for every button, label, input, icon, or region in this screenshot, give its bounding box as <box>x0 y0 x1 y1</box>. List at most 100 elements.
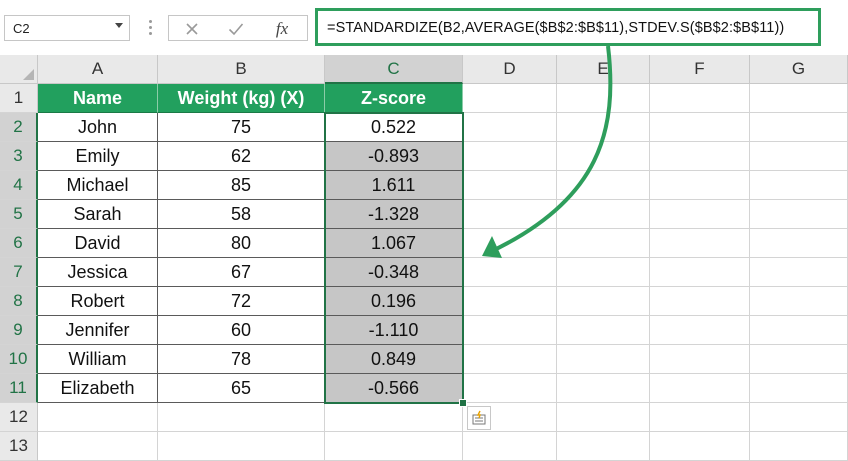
cell[interactable] <box>750 345 848 374</box>
cell[interactable] <box>557 200 650 229</box>
cell[interactable] <box>463 258 557 287</box>
zscore-cell[interactable]: 0.196 <box>325 287 463 316</box>
cell[interactable] <box>557 113 650 142</box>
cell[interactable] <box>38 432 158 461</box>
table-header-cell[interactable]: Weight (kg) (X) <box>158 84 325 113</box>
cell[interactable] <box>750 229 848 258</box>
weight-cell[interactable]: 60 <box>158 316 325 345</box>
zscore-cell[interactable]: -1.328 <box>325 200 463 229</box>
name-cell[interactable]: Jessica <box>38 258 158 287</box>
function-icon[interactable]: fx <box>269 19 295 39</box>
cell[interactable] <box>650 142 750 171</box>
cell[interactable] <box>557 229 650 258</box>
weight-cell[interactable]: 78 <box>158 345 325 374</box>
row-header-7[interactable]: 7 <box>0 258 38 287</box>
cell[interactable] <box>650 316 750 345</box>
cell[interactable] <box>750 200 848 229</box>
name-cell[interactable]: Elizabeth <box>38 374 158 403</box>
resize-handle-icon[interactable] <box>149 17 153 39</box>
zscore-cell[interactable]: -0.348 <box>325 258 463 287</box>
cell[interactable] <box>463 432 557 461</box>
column-header-g[interactable]: G <box>750 55 848 84</box>
cell[interactable] <box>650 229 750 258</box>
weight-cell[interactable]: 65 <box>158 374 325 403</box>
cell[interactable] <box>463 316 557 345</box>
cell[interactable] <box>463 374 557 403</box>
cell[interactable] <box>750 84 848 113</box>
cell[interactable] <box>650 403 750 432</box>
cell[interactable] <box>650 258 750 287</box>
weight-cell[interactable]: 58 <box>158 200 325 229</box>
cell[interactable] <box>750 142 848 171</box>
cell[interactable] <box>750 287 848 316</box>
close-icon[interactable] <box>179 19 205 39</box>
cell[interactable] <box>557 287 650 316</box>
cell[interactable] <box>158 403 325 432</box>
cell[interactable] <box>650 171 750 200</box>
cell[interactable] <box>750 432 848 461</box>
formula-input[interactable]: =STANDARDIZE(B2,AVERAGE($B$2:$B$11),STDE… <box>315 8 821 46</box>
cell[interactable] <box>750 113 848 142</box>
cell[interactable] <box>38 403 158 432</box>
row-header-4[interactable]: 4 <box>0 171 38 200</box>
weight-cell[interactable]: 85 <box>158 171 325 200</box>
cell[interactable] <box>557 316 650 345</box>
cell[interactable] <box>650 200 750 229</box>
row-header-8[interactable]: 8 <box>0 287 38 316</box>
cell[interactable] <box>650 84 750 113</box>
name-cell[interactable]: John <box>38 113 158 142</box>
column-header-e[interactable]: E <box>557 55 650 84</box>
cell[interactable] <box>463 113 557 142</box>
cell[interactable] <box>750 258 848 287</box>
chevron-down-icon[interactable] <box>115 23 123 28</box>
zscore-cell[interactable]: 1.611 <box>325 171 463 200</box>
weight-cell[interactable]: 72 <box>158 287 325 316</box>
row-header-2[interactable]: 2 <box>0 113 38 142</box>
name-cell[interactable]: David <box>38 229 158 258</box>
cell[interactable] <box>463 345 557 374</box>
cell[interactable] <box>463 229 557 258</box>
cell[interactable] <box>463 142 557 171</box>
check-icon[interactable] <box>223 19 249 39</box>
weight-cell[interactable]: 75 <box>158 113 325 142</box>
cell[interactable] <box>557 403 650 432</box>
name-cell[interactable]: William <box>38 345 158 374</box>
cell[interactable] <box>750 171 848 200</box>
cell[interactable] <box>650 345 750 374</box>
cell[interactable] <box>557 432 650 461</box>
weight-cell[interactable]: 62 <box>158 142 325 171</box>
quick-analysis-button[interactable] <box>467 406 491 430</box>
zscore-cell[interactable]: -1.110 <box>325 316 463 345</box>
cell[interactable] <box>557 374 650 403</box>
column-header-f[interactable]: F <box>650 55 750 84</box>
cell[interactable] <box>557 84 650 113</box>
cell[interactable] <box>325 432 463 461</box>
cell[interactable] <box>557 258 650 287</box>
column-header-a[interactable]: A <box>38 55 158 84</box>
name-cell[interactable]: Emily <box>38 142 158 171</box>
fill-handle[interactable] <box>459 399 467 407</box>
row-header-10[interactable]: 10 <box>0 345 38 374</box>
name-cell[interactable]: Michael <box>38 171 158 200</box>
zscore-cell[interactable]: 0.849 <box>325 345 463 374</box>
row-header-6[interactable]: 6 <box>0 229 38 258</box>
row-header-13[interactable]: 13 <box>0 432 38 461</box>
table-header-cell[interactable]: Name <box>38 84 158 113</box>
cell[interactable] <box>325 403 463 432</box>
name-cell[interactable]: Jennifer <box>38 316 158 345</box>
name-box[interactable]: C2 <box>4 15 130 41</box>
select-all-button[interactable] <box>0 55 38 84</box>
zscore-cell[interactable]: 0.522 <box>325 113 463 142</box>
row-header-9[interactable]: 9 <box>0 316 38 345</box>
row-header-3[interactable]: 3 <box>0 142 38 171</box>
column-header-d[interactable]: D <box>463 55 557 84</box>
zscore-cell[interactable]: -0.566 <box>325 374 463 403</box>
cell[interactable] <box>557 171 650 200</box>
name-cell[interactable]: Sarah <box>38 200 158 229</box>
weight-cell[interactable]: 80 <box>158 229 325 258</box>
cell[interactable] <box>463 171 557 200</box>
row-header-5[interactable]: 5 <box>0 200 38 229</box>
cell[interactable] <box>650 287 750 316</box>
row-header-1[interactable]: 1 <box>0 84 38 113</box>
column-header-b[interactable]: B <box>158 55 325 84</box>
